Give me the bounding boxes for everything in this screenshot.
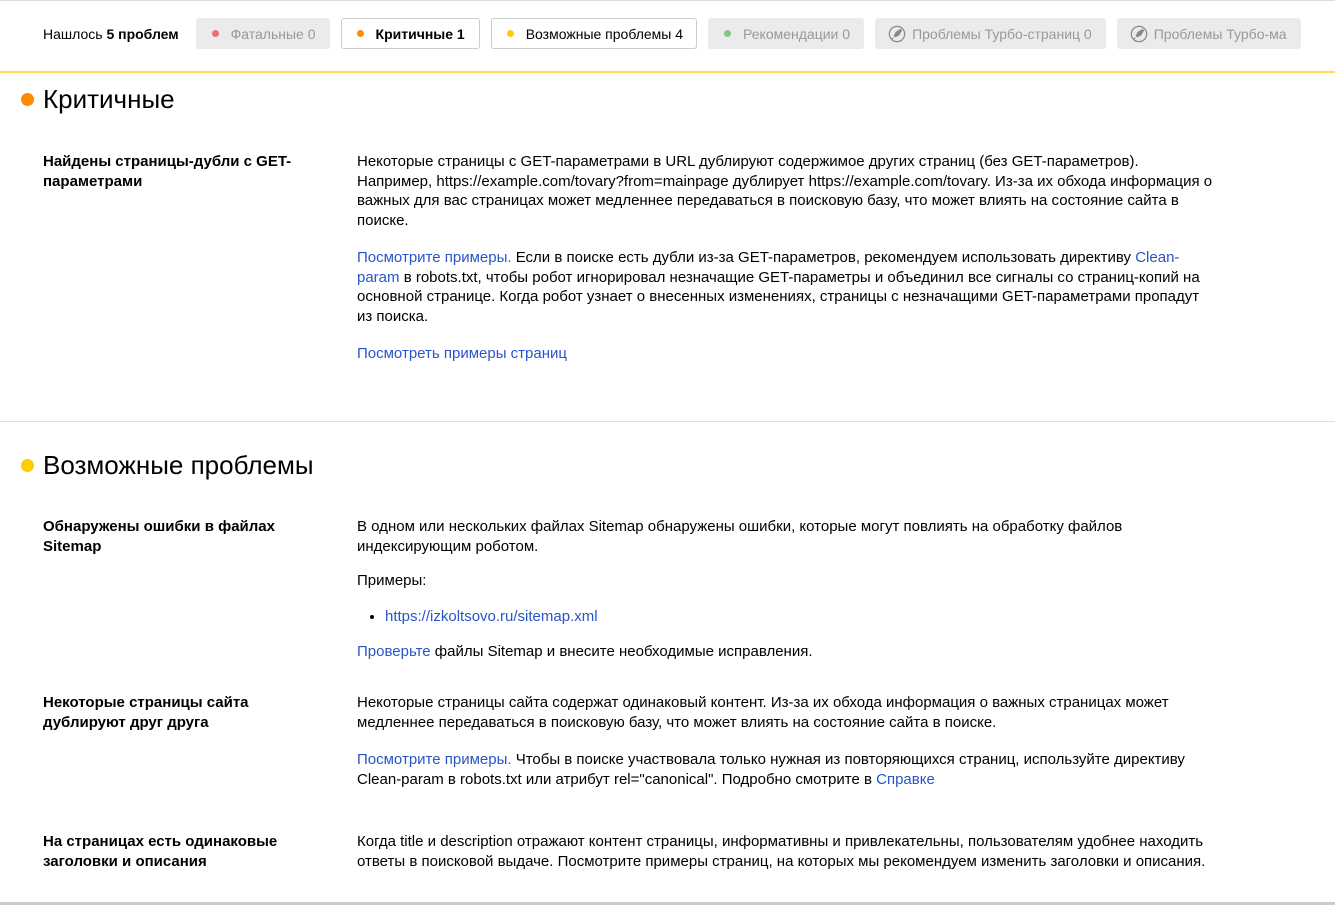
section-title: Критичные: [21, 84, 175, 115]
problem-filters: Нашлось 5 проблем Фатальные 0 Критичные …: [43, 18, 1335, 49]
check-link[interactable]: Проверьте: [357, 643, 431, 660]
sitemap-link[interactable]: https://izkoltsovo.ru/sitemap.xml: [385, 608, 598, 625]
description-text: В одном или нескольких файлах Sitemap об…: [357, 518, 1123, 555]
possible-dot-icon: [506, 30, 514, 37]
examples-label: Примеры:: [357, 572, 427, 589]
filter-critical[interactable]: Критичные 1: [340, 18, 480, 49]
description-text: Посмотрите примеры. Чтобы в поиске участ…: [357, 751, 1185, 788]
filter-fatal[interactable]: Фатальные 0: [195, 18, 330, 49]
description-text: Некоторые страницы с GET-параметрами в U…: [357, 153, 1213, 229]
description-text: Некоторые страницы сайта содержат одинак…: [357, 694, 1169, 731]
problem-description: Некоторые страницы с GET-параметрами в U…: [357, 152, 1217, 382]
description-text: Когда title и description отражают конте…: [357, 833, 1206, 870]
fatal-dot-icon: [211, 30, 219, 37]
problem-title: На страницах есть одинаковые заголовки и…: [43, 833, 278, 870]
critical-dot-icon: [356, 30, 364, 37]
filter-turbo-pages[interactable]: Проблемы Турбо-страниц 0: [875, 18, 1106, 49]
help-link[interactable]: Справке: [876, 771, 935, 788]
view-page-examples-link[interactable]: Посмотреть примеры страниц: [357, 345, 567, 362]
rocket-icon: [888, 25, 906, 42]
filter-turbo-shop[interactable]: Проблемы Турбо-ма: [1116, 18, 1301, 49]
problem-description: Некоторые страницы сайта содержат одинак…: [357, 693, 1217, 807]
section-title: Возможные проблемы: [21, 450, 314, 481]
filter-recommendations[interactable]: Рекомендации 0: [708, 18, 865, 49]
problem-title: Некоторые страницы сайта дублируют друг …: [43, 694, 249, 731]
top-border: [0, 0, 1335, 1]
possible-dot-icon: [21, 459, 34, 472]
problem-title: Обнаружены ошибки в файлах Sitemap: [43, 518, 275, 555]
found-count: Нашлось 5 проблем: [43, 25, 179, 42]
critical-dot-icon: [21, 93, 34, 106]
recommendation-dot-icon: [724, 30, 732, 37]
section-divider: [0, 421, 1335, 422]
see-examples-link[interactable]: Посмотрите примеры.: [357, 249, 512, 266]
description-text: Посмотрите примеры. Если в поиске есть д…: [357, 249, 1200, 325]
see-examples-link[interactable]: Посмотрите примеры.: [357, 751, 512, 768]
filter-possible[interactable]: Возможные проблемы 4: [490, 18, 698, 49]
header-underline: [0, 71, 1335, 73]
problem-description: Когда title и description отражают конте…: [357, 832, 1217, 889]
problem-description: В одном или нескольких файлах Sitemap об…: [357, 517, 1217, 680]
problem-title: Найдены страницы-дубли с GET-параметрами: [43, 153, 292, 190]
rocket-icon: [1130, 25, 1147, 42]
